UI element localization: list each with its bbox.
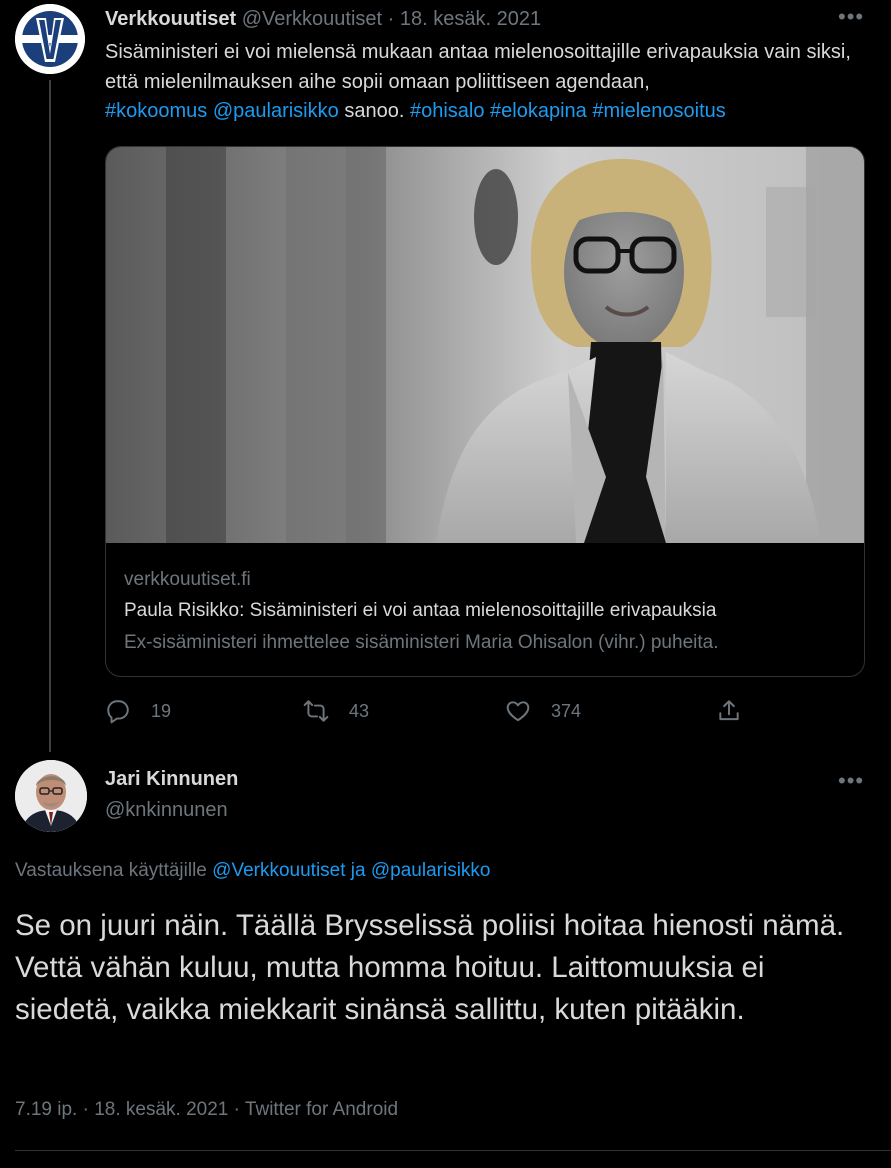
- tweet-text-mid: sanoo.: [344, 100, 405, 122]
- reply-button[interactable]: 19: [105, 697, 171, 725]
- verkkouutiset-avatar[interactable]: [15, 4, 85, 74]
- tweet-date[interactable]: 18. kesäk. 2021: [400, 8, 541, 30]
- card-description: Ex-sisäministeri ihmettelee sisäminister…: [124, 632, 719, 653]
- hashtag-elokapina[interactable]: #elokapina: [490, 100, 587, 122]
- profile-photo: [15, 760, 87, 832]
- card-title: Paula Risikko: Sisäministeri ei voi anta…: [124, 600, 717, 621]
- hashtag-ohisalo[interactable]: #ohisalo: [410, 100, 485, 122]
- link-card[interactable]: verkkouutiset.fi Paula Risikko: Sisämini…: [105, 146, 865, 677]
- replying-user-paularisikko[interactable]: @paularisikko: [371, 860, 491, 881]
- heart-icon: [506, 701, 530, 722]
- replying-prefix: Vastauksena käyttäjille: [15, 860, 207, 881]
- more-icon[interactable]: •••: [838, 4, 864, 30]
- retweet-button[interactable]: 43: [303, 697, 369, 725]
- retweet-icon: [303, 700, 329, 722]
- card-domain: verkkouutiset.fi: [124, 569, 251, 590]
- reply-icon: [107, 700, 129, 724]
- header-separator: ·: [382, 8, 400, 30]
- card-image: [106, 147, 864, 543]
- reply-count: 19: [151, 700, 172, 721]
- more-icon[interactable]: •••: [838, 768, 864, 794]
- reply-source[interactable]: Twitter for Android: [245, 1099, 398, 1120]
- tweet-author-handle[interactable]: @Verkkouutiset: [242, 8, 382, 30]
- share-button[interactable]: [716, 697, 742, 725]
- replying-and: ja: [350, 860, 366, 881]
- mention-paularisikko[interactable]: @paularisikko: [213, 100, 339, 122]
- like-button[interactable]: 374: [505, 697, 581, 725]
- jari-kinnunen-avatar[interactable]: [15, 760, 87, 832]
- reply-meta: 7.19 ip. · 18. kesäk. 2021 · Twitter for…: [15, 1099, 398, 1121]
- tweet-text: Sisäministeri ei voi mielensä mukaan ant…: [105, 38, 875, 127]
- like-count: 374: [551, 700, 582, 721]
- replying-to: Vastauksena käyttäjille @Verkkouutiset j…: [15, 860, 491, 882]
- reply-author-handle[interactable]: @knkinnunen: [105, 799, 228, 822]
- replying-user-verkkouutiset[interactable]: @Verkkouutiset: [212, 860, 345, 881]
- reply-date[interactable]: 18. kesäk. 2021: [94, 1099, 228, 1120]
- thread-line: [49, 80, 51, 752]
- divider: [15, 1150, 891, 1151]
- reply-time[interactable]: 7.19 ip.: [15, 1099, 77, 1120]
- tweet-author-name[interactable]: Verkkouutiset: [105, 8, 236, 30]
- tweet-text-body: Sisäministeri ei voi mielensä mukaan ant…: [105, 41, 851, 93]
- verkkouutiset-logo: [15, 4, 85, 74]
- meta-separator-2: ·: [228, 1099, 245, 1120]
- hashtag-kokoomus[interactable]: #kokoomus: [105, 100, 207, 122]
- reply-author-name[interactable]: Jari Kinnunen: [105, 768, 238, 791]
- share-icon: [719, 700, 739, 721]
- meta-separator: ·: [77, 1099, 95, 1120]
- reply-text: Se on juuri näin. Täällä Brysselissä pol…: [15, 909, 845, 1026]
- tweet-header: Verkkouutiset @Verkkouutiset · 18. kesäk…: [105, 8, 541, 31]
- hashtag-mielenosoitus[interactable]: #mielenosoitus: [592, 100, 725, 122]
- retweet-count: 43: [349, 700, 370, 721]
